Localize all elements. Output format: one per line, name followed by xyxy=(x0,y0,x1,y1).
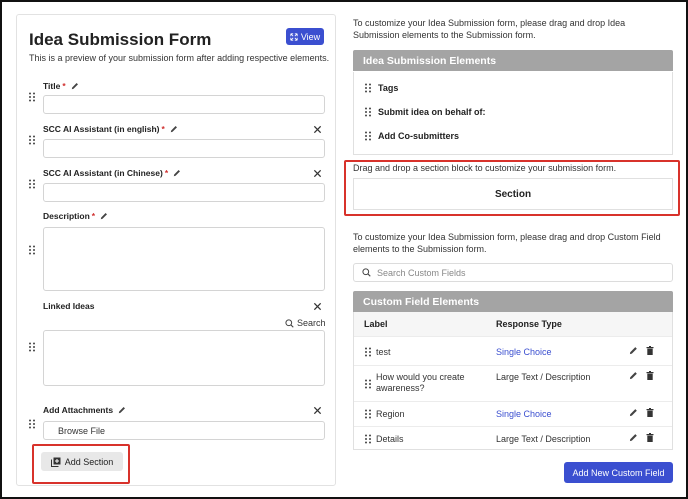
custom-fields-intro: To customize your Idea Submission form, … xyxy=(353,232,661,254)
pencil-icon[interactable] xyxy=(170,125,178,133)
drag-handle-icon[interactable] xyxy=(28,92,36,102)
drag-handle-icon[interactable] xyxy=(364,347,372,357)
drag-handle-icon[interactable] xyxy=(364,107,372,117)
browse-file-input[interactable]: Browse File xyxy=(43,421,325,440)
pencil-icon[interactable] xyxy=(71,82,79,90)
description-textarea[interactable] xyxy=(43,227,325,291)
field-scc-chinese-label: SCC AI Assistant (in Chinese) * xyxy=(43,168,181,178)
table-header: Label Response Type xyxy=(354,312,672,336)
table-row[interactable]: Region Single Choice xyxy=(354,401,672,426)
col-label: Label xyxy=(364,319,388,329)
title-input[interactable] xyxy=(43,95,325,114)
elements-header: Idea Submission Elements xyxy=(353,50,673,71)
drag-handle-icon[interactable] xyxy=(364,434,372,444)
close-icon[interactable] xyxy=(313,302,322,311)
field-attachments-label: Add Attachments xyxy=(43,405,126,415)
drag-handle-icon[interactable] xyxy=(28,179,36,189)
form-preview-panel: Idea Submission Form View This is a prev… xyxy=(16,14,336,486)
view-button[interactable]: View xyxy=(286,28,324,45)
view-button-label: View xyxy=(300,31,321,42)
pencil-icon[interactable] xyxy=(629,433,638,442)
required-marker: * xyxy=(62,81,66,91)
element-co-submitters[interactable]: Add Co-submitters xyxy=(354,124,672,148)
required-marker: * xyxy=(164,168,169,178)
drag-handle-icon[interactable] xyxy=(364,409,372,419)
custom-fields-header: Custom Field Elements xyxy=(353,291,673,312)
drag-handle-icon[interactable] xyxy=(364,83,372,93)
field-title-label: Title * xyxy=(43,81,79,91)
pencil-icon[interactable] xyxy=(629,408,638,417)
highlight-add-section xyxy=(32,444,130,484)
required-marker: * xyxy=(161,124,165,134)
pencil-icon[interactable] xyxy=(173,169,181,177)
custom-fields-table: Label Response Type test Single Choice H… xyxy=(353,312,673,450)
field-scc-english-label: SCC AI Assistant (in english) * xyxy=(43,124,178,134)
drag-handle-icon[interactable] xyxy=(364,131,372,141)
table-row[interactable]: How would you create awareness? Large Te… xyxy=(354,365,672,401)
pencil-icon[interactable] xyxy=(100,212,108,220)
search-icon xyxy=(285,319,294,328)
custom-fields-search[interactable]: Search Custom Fields xyxy=(353,263,673,282)
elements-list: Tags Submit idea on behalf of: Add Co-su… xyxy=(353,72,673,155)
browse-file-label: Browse File xyxy=(58,426,106,436)
scc-chinese-input[interactable] xyxy=(43,183,325,202)
highlight-section-block xyxy=(344,160,680,216)
drag-handle-icon[interactable] xyxy=(28,419,36,429)
pencil-icon[interactable] xyxy=(629,371,638,380)
trash-icon[interactable] xyxy=(646,346,654,355)
pencil-icon[interactable] xyxy=(118,406,126,414)
close-icon[interactable] xyxy=(313,125,322,134)
field-linked-ideas-label: Linked Ideas xyxy=(43,301,95,311)
trash-icon[interactable] xyxy=(646,408,654,417)
expand-icon xyxy=(290,32,298,41)
elements-intro: To customize your Idea Submission form, … xyxy=(353,18,626,40)
trash-icon[interactable] xyxy=(646,433,654,442)
field-description-label: Description * xyxy=(43,211,108,221)
trash-icon[interactable] xyxy=(646,371,654,380)
table-row[interactable]: Details Large Text / Description xyxy=(354,426,672,450)
table-row[interactable]: test Single Choice xyxy=(354,336,672,365)
add-new-custom-field-button[interactable]: Add New Custom Field xyxy=(564,462,673,483)
linked-ideas-search[interactable]: Search xyxy=(285,318,326,328)
scc-english-input[interactable] xyxy=(43,139,325,158)
element-submit-on-behalf[interactable]: Submit idea on behalf of: xyxy=(354,100,672,124)
drag-handle-icon[interactable] xyxy=(28,245,36,255)
drag-handle-icon[interactable] xyxy=(28,342,36,352)
required-marker: * xyxy=(91,211,96,221)
col-response-type: Response Type xyxy=(496,319,562,329)
element-tags[interactable]: Tags xyxy=(354,76,672,100)
close-icon[interactable] xyxy=(313,406,322,415)
close-icon[interactable] xyxy=(313,169,322,178)
search-icon xyxy=(362,268,371,277)
form-subtitle: This is a preview of your submission for… xyxy=(29,53,330,63)
drag-handle-icon[interactable] xyxy=(364,379,372,389)
drag-handle-icon[interactable] xyxy=(28,135,36,145)
search-placeholder: Search Custom Fields xyxy=(377,267,466,278)
page-title: Idea Submission Form xyxy=(29,30,212,49)
linked-ideas-box[interactable] xyxy=(43,330,325,386)
pencil-icon[interactable] xyxy=(629,346,638,355)
